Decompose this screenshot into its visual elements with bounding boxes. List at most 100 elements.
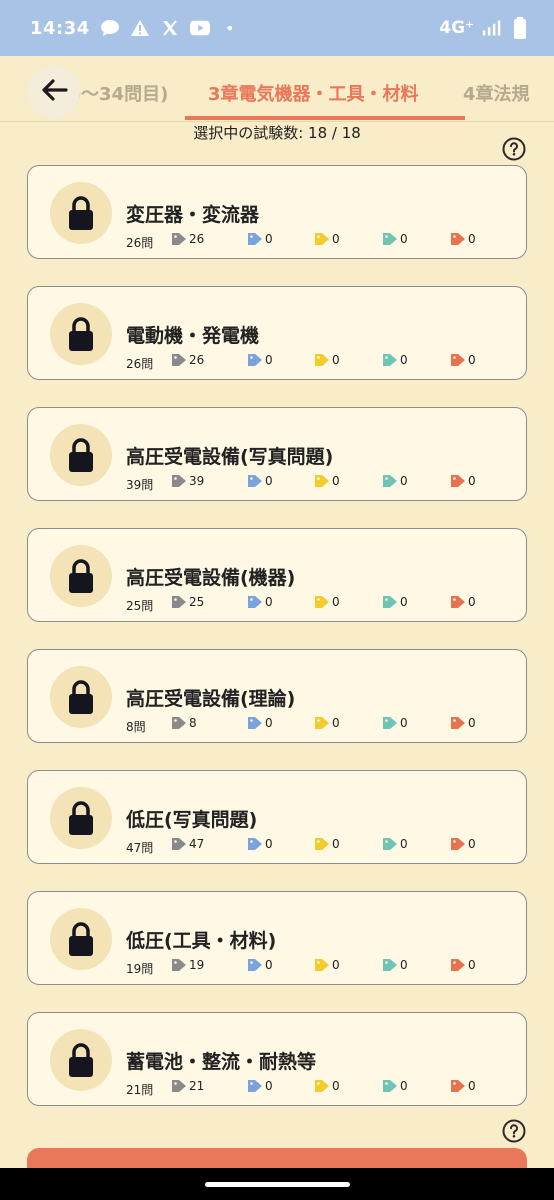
help-icon[interactable]: [502, 1119, 526, 1143]
tag-count: 0: [468, 353, 476, 367]
tag-count: 0: [265, 716, 273, 730]
lock-icon: [50, 424, 112, 486]
tag-yellow: 0: [314, 837, 340, 851]
tag-total: 26: [171, 232, 204, 246]
category-card[interactable]: 高圧受電設備(機器) 25問 25 0 0 0 0: [27, 528, 527, 622]
tag-orange: 0: [450, 1079, 476, 1093]
lock-icon: [50, 787, 112, 849]
tag-count: 0: [332, 958, 340, 972]
tag-count: 0: [265, 232, 273, 246]
tag-blue: 0: [247, 353, 273, 367]
category-card[interactable]: 高圧受電設備(理論) 8問 8 0 0 0 0: [27, 649, 527, 743]
tag-icon: [315, 233, 329, 245]
tag-icon: [383, 233, 397, 245]
tag-icon: [248, 596, 262, 608]
tag-icon: [451, 1080, 465, 1092]
tag-count: 0: [400, 1079, 408, 1093]
tag-count: 21: [189, 1079, 205, 1093]
category-title: 高圧受電設備(機器): [126, 567, 296, 589]
category-title: 高圧受電設備(写真問題): [126, 446, 334, 468]
tag-icon: [248, 475, 262, 487]
tag-teal: 0: [382, 837, 408, 851]
tag-orange: 0: [450, 595, 476, 609]
tab-chapter-4[interactable]: 4章法規: [463, 80, 530, 106]
tag-blue: 0: [247, 958, 273, 972]
tag-icon: [451, 838, 465, 850]
tab-chapter-3[interactable]: 3章電気機器・工具・材料: [208, 80, 419, 106]
tag-count: 0: [332, 353, 340, 367]
tag-yellow: 0: [314, 716, 340, 730]
tag-blue: 0: [247, 716, 273, 730]
status-bar: 14:34 • 4G⁺: [0, 0, 554, 56]
tag-icon: [315, 717, 329, 729]
home-handle[interactable]: [205, 1182, 350, 1187]
question-count: 8問: [126, 720, 146, 734]
category-card[interactable]: 低圧(写真問題) 47問 47 0 0 0 0: [27, 770, 527, 864]
category-card[interactable]: 蓄電池・整流・耐熱等 21問 21 0 0 0 0: [27, 1012, 527, 1106]
tag-total: 21: [171, 1079, 204, 1093]
category-card[interactable]: 電動機・発電機 26問 26 0 0 0 0: [27, 286, 527, 380]
tag-icon: [451, 596, 465, 608]
tag-blue: 0: [247, 232, 273, 246]
status-dot: •: [225, 18, 235, 38]
tag-icon: [451, 717, 465, 729]
tag-count: 0: [400, 595, 408, 609]
tag-teal: 0: [382, 958, 408, 972]
tag-count: 26: [189, 232, 205, 246]
tag-count: 0: [332, 474, 340, 488]
tag-count: 0: [265, 1079, 273, 1093]
category-card[interactable]: 変圧器・変流器 26問 26 0 0 0 0: [27, 165, 527, 259]
tag-icon: [383, 354, 397, 366]
tag-orange: 0: [450, 232, 476, 246]
tag-orange: 0: [450, 716, 476, 730]
selected-exam-count: 選択中の試験数: 18 / 18: [193, 124, 361, 142]
tag-icon: [172, 838, 186, 850]
status-left: 14:34 •: [30, 18, 240, 39]
tag-blue: 0: [247, 474, 273, 488]
category-card[interactable]: 高圧受電設備(写真問題) 39問 39 0 0 0 0: [27, 407, 527, 501]
tag-count: 0: [468, 716, 476, 730]
tag-count: 19: [189, 958, 205, 972]
lock-icon: [50, 1029, 112, 1091]
network-type: 4G⁺: [439, 18, 474, 38]
tag-count: 0: [332, 837, 340, 851]
tag-count: 0: [332, 1079, 340, 1093]
tag-count: 0: [400, 837, 408, 851]
tag-teal: 0: [382, 716, 408, 730]
tag-teal: 0: [382, 353, 408, 367]
arrow-left-icon: [40, 78, 68, 106]
tag-count: 0: [468, 232, 476, 246]
tag-yellow: 0: [314, 353, 340, 367]
back-button[interactable]: [28, 66, 80, 118]
tag-icon: [172, 717, 186, 729]
tag-count: 25: [189, 595, 205, 609]
tag-icon: [172, 475, 186, 487]
battery-icon: [510, 17, 530, 39]
tag-blue: 0: [247, 837, 273, 851]
tag-icon: [451, 233, 465, 245]
tag-count: 0: [468, 837, 476, 851]
category-title: 高圧受電設備(理論): [126, 688, 296, 710]
warning-icon: [130, 18, 150, 38]
tag-icon: [383, 838, 397, 850]
tag-icon: [172, 959, 186, 971]
tag-icon: [248, 1080, 262, 1092]
category-card[interactable]: 低圧(工具・材料) 19問 19 0 0 0 0: [27, 891, 527, 985]
tag-yellow: 0: [314, 1079, 340, 1093]
question-count: 26問: [126, 357, 154, 371]
tag-count: 0: [265, 353, 273, 367]
tag-total: 26: [171, 353, 204, 367]
tag-yellow: 0: [314, 958, 340, 972]
tag-count: 0: [468, 474, 476, 488]
tag-count: 0: [400, 958, 408, 972]
tag-icon: [172, 1080, 186, 1092]
category-title: 低圧(写真問題): [126, 809, 258, 831]
lock-icon: [50, 545, 112, 607]
lock-icon: [50, 303, 112, 365]
category-title: 蓄電池・整流・耐熱等: [126, 1051, 317, 1073]
status-time: 14:34: [30, 17, 90, 39]
tag-icon: [451, 475, 465, 487]
tag-count: 0: [332, 595, 340, 609]
help-icon[interactable]: [502, 137, 526, 161]
tag-icon: [248, 717, 262, 729]
